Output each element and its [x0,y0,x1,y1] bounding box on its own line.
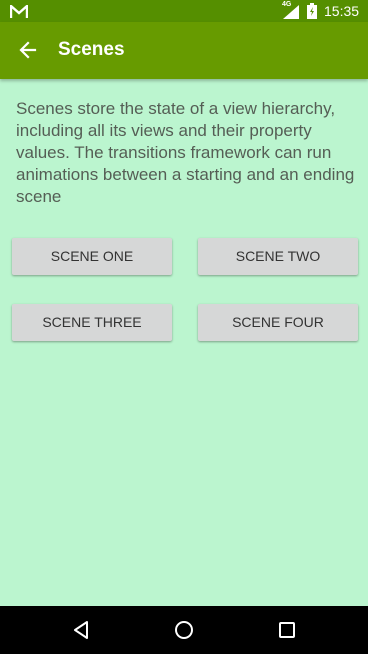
app-bar: Scenes [0,22,368,79]
nav-home-icon [175,621,193,639]
arrow-back-icon [19,41,37,59]
scene-three-button[interactable]: SCENE THREE [12,304,172,341]
nav-back-button[interactable] [62,610,102,650]
back-button[interactable] [8,30,48,70]
battery-icon [307,3,317,19]
scenes-description: Scenes store the state of a view hierarc… [16,99,355,206]
scene-one-button[interactable]: SCENE ONE [12,238,172,275]
nav-recents-button[interactable] [267,610,307,650]
signal-icon [283,4,299,19]
status-clock: 15:35 [324,3,360,19]
status-bar: 4G 15:35 [0,0,368,22]
scene-four-button[interactable]: SCENE FOUR [198,304,358,341]
page-title: Scenes [58,39,125,60]
scene-two-button[interactable]: SCENE TWO [198,238,358,275]
nav-recents-icon [279,622,295,638]
navigation-bar [0,606,368,654]
nav-home-button[interactable] [164,610,204,650]
nav-back-icon [74,621,88,639]
gmail-icon [9,3,29,18]
